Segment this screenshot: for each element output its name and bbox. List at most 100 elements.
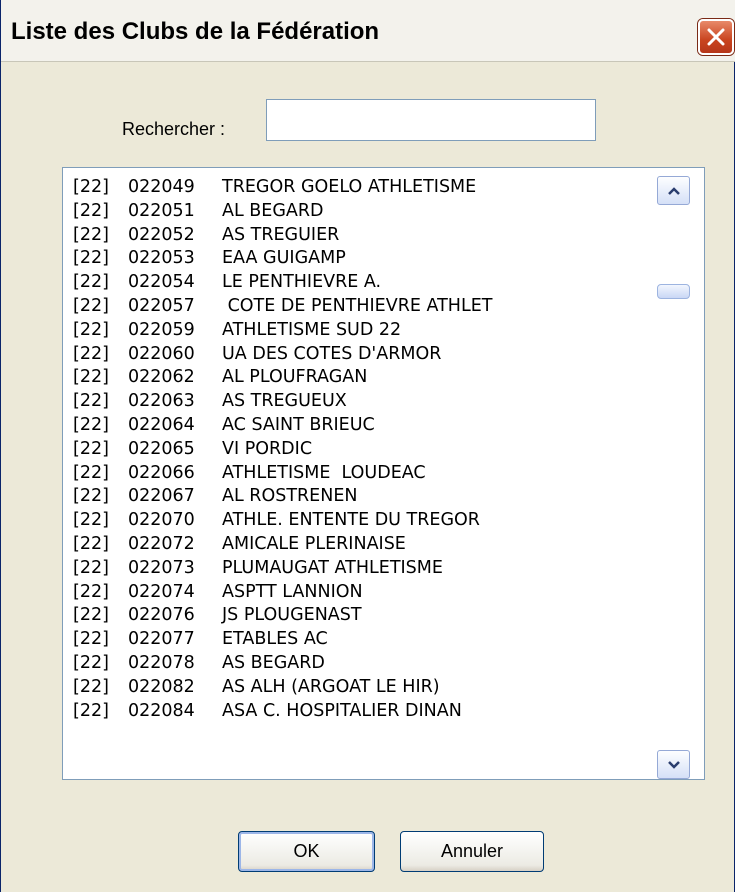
club-name: ATHLETISME SUD 22 [222, 319, 402, 340]
club-dept: [22] [73, 414, 109, 435]
club-name: LE PENTHIEVRE A. [222, 272, 382, 293]
club-name: AL ROSTRENEN [222, 486, 358, 507]
club-dept: [22] [73, 319, 109, 340]
list-item[interactable]: [22] 022052 AS TREGUIER [73, 224, 653, 248]
club-dept: [22] [73, 510, 109, 531]
club-name: AS BEGARD [222, 652, 325, 673]
list-item[interactable]: [22] 022059 ATHLETISME SUD 22 [73, 319, 653, 343]
club-dept: [22] [73, 248, 109, 269]
window-title: Liste des Clubs de la Fédération [11, 18, 380, 45]
club-dept: [22] [73, 224, 109, 245]
club-code: 022063 [128, 391, 195, 412]
list-item[interactable]: [22] 022057 COTE DE PENTHIEVRE ATHLET [73, 295, 653, 319]
scroll-up-button[interactable] [657, 176, 690, 205]
club-dept: [22] [73, 652, 109, 673]
list-item[interactable]: [22] 022049 TREGOR GOELO ATHLETISME [73, 176, 653, 200]
close-button[interactable] [698, 19, 734, 55]
chevron-down-icon [668, 761, 680, 769]
club-code: 022067 [128, 486, 195, 507]
clubs-list: [22] 022049 TREGOR GOELO ATHLETISME [22] 022… [73, 176, 653, 723]
list-item[interactable]: [22] 022060 UA DES COTES D'ARMOR [73, 343, 653, 367]
club-name: AS TREGUEUX [222, 391, 347, 412]
club-dept: [22] [73, 676, 109, 697]
cancel-button[interactable]: Annuler [400, 831, 544, 872]
club-name: AC SAINT BRIEUC [222, 414, 375, 435]
club-name: AS TREGUIER [222, 224, 340, 245]
club-name: PLUMAUGAT ATHLETISME [222, 557, 443, 578]
club-name: COTE DE PENTHIEVRE ATHLET [222, 295, 493, 316]
club-code: 022054 [128, 272, 195, 293]
club-name: TREGOR GOELO ATHLETISME [222, 177, 477, 197]
club-dept: [22] [73, 581, 109, 602]
club-code: 022084 [128, 700, 195, 721]
club-dept: [22] [73, 700, 109, 721]
ok-button[interactable]: OK [238, 831, 375, 872]
club-code: 022064 [128, 414, 195, 435]
club-code: 022057 [128, 295, 195, 316]
club-code: 022070 [128, 510, 195, 531]
club-name: EAA GUIGAMP [222, 248, 346, 269]
list-item[interactable]: [22] 022077 ETABLES AC [73, 628, 653, 652]
club-code: 022077 [128, 629, 195, 650]
list-item[interactable]: [22] 022078 AS BEGARD [73, 652, 653, 676]
scroll-thumb[interactable] [657, 284, 690, 299]
list-item[interactable]: [22] 022067 AL ROSTRENEN [73, 485, 653, 509]
club-code: 022052 [128, 224, 195, 245]
list-item[interactable]: [22] 022064 AC SAINT BRIEUC [73, 414, 653, 438]
club-name: ATHLETISME LOUDEAC [222, 462, 426, 483]
club-name: AL BEGARD [222, 200, 324, 221]
list-item[interactable]: [22] 022051 AL BEGARD [73, 200, 653, 224]
vertical-scrollbar[interactable] [652, 176, 692, 779]
club-name: VI PORDIC [222, 438, 313, 459]
club-dept: [22] [73, 438, 109, 459]
club-list-dialog: Liste des Clubs de la Fédération Recherc… [0, 0, 735, 892]
club-code: 022060 [128, 343, 195, 364]
club-dept: [22] [73, 557, 109, 578]
list-item[interactable]: [22] 022053 EAA GUIGAMP [73, 247, 653, 271]
list-item[interactable]: [22] 022066 ATHLETISME LOUDEAC [73, 462, 653, 486]
club-name: UA DES COTES D'ARMOR [222, 343, 442, 364]
club-code: 022065 [128, 438, 195, 459]
list-item[interactable]: [22] 022063 AS TREGUEUX [73, 390, 653, 414]
club-dept: [22] [73, 200, 109, 221]
club-name: JS PLOUGENAST [222, 605, 362, 626]
club-name: AMICALE PLERINAISE [222, 533, 406, 554]
list-item[interactable]: [22] 022084 ASA C. HOSPITALIER DINAN [73, 700, 653, 724]
club-dept: [22] [73, 629, 109, 650]
club-name: AL PLOUFRAGAN [222, 367, 368, 388]
list-item[interactable]: [22] 022076 JS PLOUGENAST [73, 604, 653, 628]
club-code: 022051 [128, 200, 195, 221]
club-code: 022073 [128, 557, 195, 578]
club-name: ATHLE. ENTENTE DU TREGOR [222, 510, 480, 531]
club-code: 022078 [128, 652, 195, 673]
close-icon [707, 28, 725, 46]
list-item[interactable]: [22] 022070 ATHLE. ENTENTE DU TREGOR [73, 509, 653, 533]
clubs-listbox[interactable]: [22] 022049 TREGOR GOELO ATHLETISME [22] 022… [62, 167, 705, 780]
list-item[interactable]: [22] 022062 AL PLOUFRAGAN [73, 366, 653, 390]
club-dept: [22] [73, 343, 109, 364]
club-code: 022049 [128, 177, 195, 197]
list-item[interactable]: [22] 022065 VI PORDIC [73, 438, 653, 462]
list-item[interactable]: [22] 022073 PLUMAUGAT ATHLETISME [73, 557, 653, 581]
club-code: 022062 [128, 367, 195, 388]
club-dept: [22] [73, 367, 109, 388]
club-dept: [22] [73, 272, 109, 293]
title-bar[interactable]: Liste des Clubs de la Fédération [1, 0, 735, 62]
club-name: ASPTT LANNION [222, 581, 363, 602]
list-item[interactable]: [22] 022054 LE PENTHIEVRE A. [73, 271, 653, 295]
club-name: ETABLES AC [222, 629, 328, 650]
club-dept: [22] [73, 391, 109, 412]
club-code: 022074 [128, 581, 195, 602]
club-name: AS ALH (ARGOAT LE HIR) [222, 676, 440, 697]
club-dept: [22] [73, 533, 109, 554]
scroll-down-button[interactable] [657, 750, 690, 779]
list-item[interactable]: [22] 022082 AS ALH (ARGOAT LE HIR) [73, 676, 653, 700]
club-code: 022072 [128, 533, 195, 554]
list-item[interactable]: [22] 022074 ASPTT LANNION [73, 581, 653, 605]
club-dept: [22] [73, 295, 109, 316]
club-dept: [22] [73, 462, 109, 483]
search-input[interactable] [266, 99, 596, 141]
list-item[interactable]: [22] 022072 AMICALE PLERINAISE [73, 533, 653, 557]
club-code: 022059 [128, 319, 195, 340]
club-code: 022076 [128, 605, 195, 626]
